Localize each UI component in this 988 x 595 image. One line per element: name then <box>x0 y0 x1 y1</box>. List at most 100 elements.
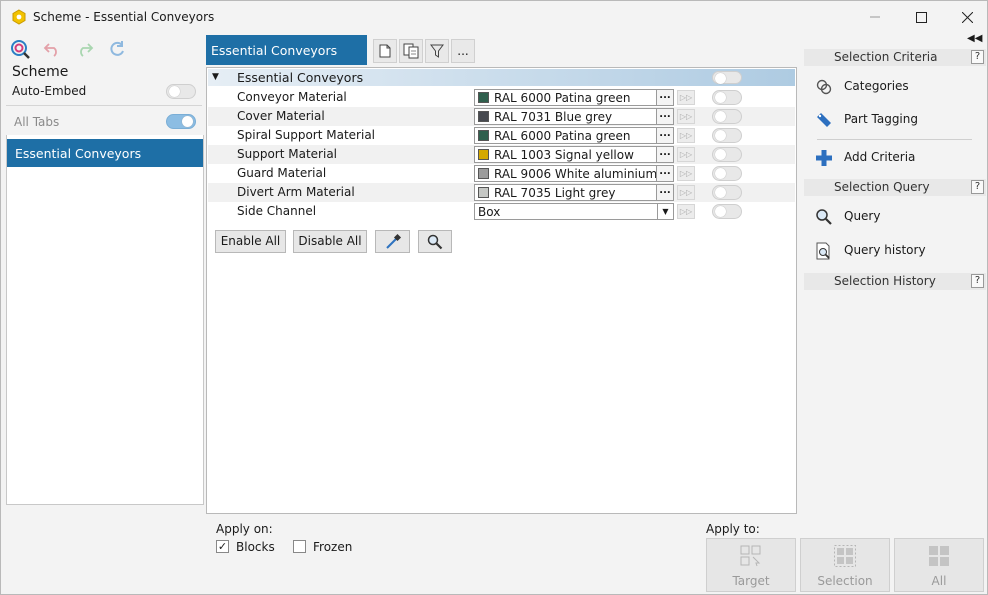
all-tabs-toggle[interactable] <box>166 114 196 129</box>
filter-icon <box>430 44 444 58</box>
group-header[interactable]: ▼ Essential Conveyors <box>208 69 795 86</box>
selection-criteria-header: Selection Criteria ? <box>804 49 986 66</box>
row-enable-toggle[interactable] <box>712 128 742 143</box>
maximize-icon <box>915 11 927 23</box>
table-row: Support Material RAL 1003 Signal yellow … <box>208 145 795 164</box>
selection-criteria-title: Selection Criteria <box>834 50 938 64</box>
frozen-checkbox[interactable] <box>293 540 306 553</box>
help-icon[interactable]: ? <box>971 50 984 64</box>
apply-forward-icon[interactable]: ▷▷ <box>677 147 695 162</box>
apply-forward-icon[interactable]: ▷▷ <box>677 90 695 105</box>
enable-all-button[interactable]: Enable All <box>215 230 286 253</box>
row-enable-toggle[interactable] <box>712 109 742 124</box>
material-field[interactable]: RAL 7035 Light grey ... <box>474 184 674 201</box>
auto-embed-toggle[interactable] <box>166 84 196 99</box>
row-enable-toggle[interactable] <box>712 204 742 219</box>
selection-history-title: Selection History <box>834 274 936 288</box>
filter-button[interactable] <box>425 39 449 63</box>
material-value: RAL 1003 Signal yellow <box>494 148 634 162</box>
redo-button[interactable] <box>75 39 95 59</box>
magnifier-icon <box>427 234 443 250</box>
apply-all-button[interactable]: All <box>894 538 984 592</box>
group-label: Essential Conveyors <box>237 70 364 85</box>
browse-button[interactable]: ... <box>656 185 673 200</box>
tab-essential-conveyors[interactable]: Essential Conveyors <box>206 35 367 65</box>
window-title: Scheme - Essential Conveyors <box>33 10 215 24</box>
row-label: Conveyor Material <box>237 90 347 104</box>
side-channel-select[interactable]: Box ▼ <box>474 203 674 220</box>
minimize-button[interactable] <box>852 1 898 33</box>
categories-label: Categories <box>844 79 909 93</box>
undo-icon <box>43 43 57 57</box>
row-enable-toggle[interactable] <box>712 147 742 162</box>
table-row: Cover Material RAL 7031 Blue grey ... ▷▷ <box>208 107 795 126</box>
material-field[interactable]: RAL 6000 Patina green ... <box>474 89 674 106</box>
apply-on-label: Apply on: <box>216 522 273 536</box>
plus-icon <box>816 150 832 166</box>
new-document-icon <box>379 44 391 58</box>
more-icon: ... <box>457 44 469 58</box>
apply-forward-icon[interactable]: ▷▷ <box>677 185 695 200</box>
target-grid-icon <box>740 545 761 567</box>
minimize-icon <box>870 16 880 18</box>
categories-icon <box>816 79 832 95</box>
browse-button[interactable]: ... <box>656 90 673 105</box>
browse-button[interactable]: ... <box>656 109 673 124</box>
eyedropper-button[interactable] <box>375 230 410 253</box>
maximize-button[interactable] <box>898 1 944 33</box>
row-label: Spiral Support Material <box>237 128 376 142</box>
material-field[interactable]: RAL 7031 Blue grey ... <box>474 108 674 125</box>
row-enable-toggle[interactable] <box>712 185 742 200</box>
expand-arrow-icon[interactable]: ▼ <box>212 72 219 82</box>
selection-query-header: Selection Query ? <box>804 179 986 196</box>
help-icon[interactable]: ? <box>971 180 984 194</box>
disable-all-button[interactable]: Disable All <box>293 230 367 253</box>
material-value: RAL 7031 Blue grey <box>494 110 613 124</box>
help-icon[interactable]: ? <box>971 274 984 288</box>
add-criteria-label: Add Criteria <box>844 150 916 164</box>
more-button[interactable]: ... <box>451 39 475 63</box>
table-row: Divert Arm Material RAL 7035 Light grey … <box>208 183 795 202</box>
tab-list-item-essential-conveyors[interactable]: Essential Conveyors <box>7 139 203 167</box>
blocks-checkbox[interactable]: ✓ <box>216 540 229 553</box>
refresh-icon <box>110 41 124 56</box>
row-label: Side Channel <box>237 204 317 218</box>
row-enable-toggle[interactable] <box>712 90 742 105</box>
material-field[interactable]: RAL 1003 Signal yellow ... <box>474 146 674 163</box>
material-field[interactable]: RAL 6000 Patina green ... <box>474 127 674 144</box>
copy-button[interactable] <box>399 39 423 63</box>
apply-forward-icon[interactable]: ▷▷ <box>677 204 695 219</box>
new-button[interactable] <box>373 39 397 63</box>
table-row: Guard Material RAL 9006 White aluminium … <box>208 164 795 183</box>
browse-button[interactable]: ... <box>656 166 673 181</box>
close-button[interactable] <box>944 1 988 33</box>
part-tagging-label: Part Tagging <box>844 112 918 126</box>
search-button[interactable] <box>418 230 452 253</box>
query-label: Query <box>844 209 881 223</box>
tab-list <box>6 135 204 505</box>
apply-forward-icon[interactable]: ▷▷ <box>677 109 695 124</box>
chevron-down-icon[interactable]: ▼ <box>657 204 673 219</box>
undo-button[interactable] <box>42 39 62 59</box>
browse-button[interactable]: ... <box>656 128 673 143</box>
apply-forward-icon[interactable]: ▷▷ <box>677 166 695 181</box>
material-value: RAL 9006 White aluminium <box>494 167 658 181</box>
collapse-panel-icon[interactable]: ◀◀ <box>967 33 982 44</box>
apply-selection-button[interactable]: Selection <box>800 538 890 592</box>
browse-button[interactable]: ... <box>656 147 673 162</box>
scheme-search-button[interactable] <box>10 39 30 59</box>
group-enable-toggle[interactable] <box>712 71 742 84</box>
material-field[interactable]: RAL 9006 White aluminium ... <box>474 165 674 182</box>
all-grid-icon <box>929 546 949 566</box>
all-tabs-label: All Tabs <box>14 115 60 129</box>
scheme-search-icon <box>11 40 30 59</box>
magnifier-icon <box>816 209 832 225</box>
eyedropper-icon <box>385 233 401 249</box>
title-bar: Scheme - Essential Conveyors <box>1 1 987 33</box>
refresh-button[interactable] <box>107 39 127 59</box>
apply-forward-icon[interactable]: ▷▷ <box>677 128 695 143</box>
row-enable-toggle[interactable] <box>712 166 742 181</box>
left-panel: Scheme Auto-Embed All Tabs Essential Con… <box>6 35 204 505</box>
apply-all-label: All <box>931 574 947 588</box>
apply-target-button[interactable]: Target <box>706 538 796 592</box>
